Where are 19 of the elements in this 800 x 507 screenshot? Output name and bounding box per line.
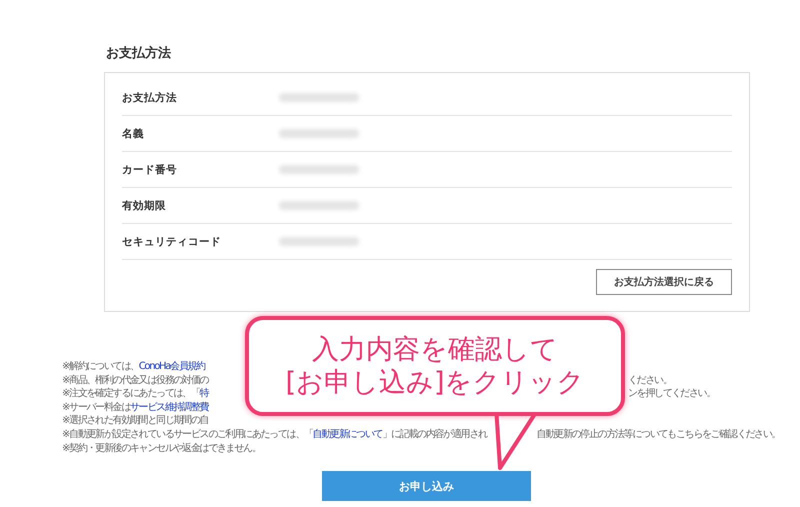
note-text: 自動更新の停止の方法等についてもこちらをご確認ください。 [536, 428, 780, 442]
field-label: 名義 [122, 126, 145, 140]
note-text: ※サーバー料金はサービス維持調整費 [62, 400, 210, 414]
callout-text: 入力内容を確認して [312, 333, 558, 366]
note-text: ※契約・更新後のキャンセルや返金はできません。 [62, 442, 260, 456]
note-text: ※自動更新が設定されているサービスのご利用にあたっては、「自動更新について」に記載の内容が適用され [62, 428, 487, 442]
note-text: ※注文を確定するにあたっては、「特 [62, 387, 210, 401]
back-button[interactable]: お支払方法選択に戻る [596, 269, 732, 295]
field-label: カード番号 [122, 162, 178, 176]
field-label: セキュリティコード [122, 234, 222, 248]
note-text: ※商品、権利の代金又は役務の対価の [62, 374, 210, 388]
field-label: お支払方法 [122, 90, 178, 104]
note-text: ※解約については、ConoHa会員規約 [62, 360, 206, 374]
note-text: ンを押してください。 [628, 387, 716, 401]
callout-text: [お申し込み]をクリック [285, 366, 585, 399]
section-title: お支払方法 [106, 44, 172, 62]
field-label: 有効期限 [122, 198, 167, 212]
note-text: ※選択された有効期間と同じ期間の自 [62, 414, 210, 428]
note-text: ください。 [628, 374, 672, 388]
